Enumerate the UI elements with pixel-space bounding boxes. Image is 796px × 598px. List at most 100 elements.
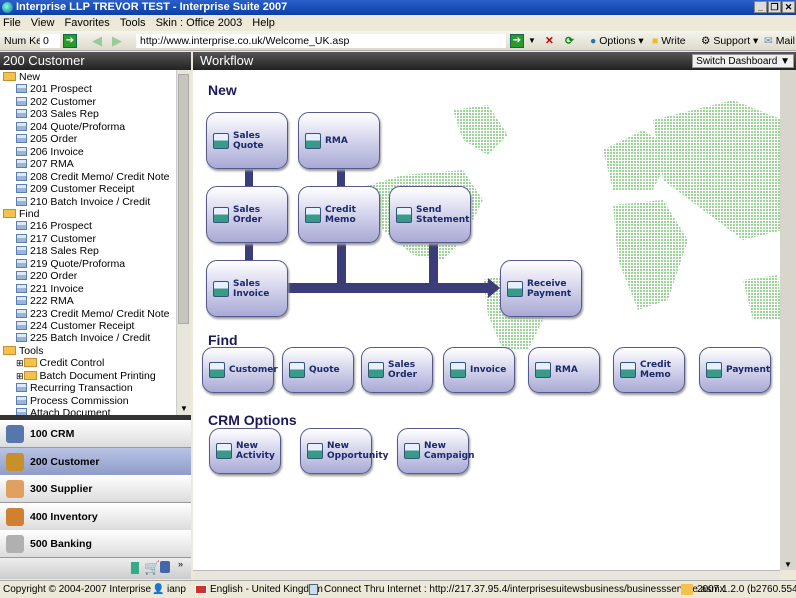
new-sales-invoice-button[interactable]: Sales Invoice: [206, 260, 288, 317]
menu-skin[interactable]: Skin : Office 2003: [156, 17, 243, 29]
tree-item[interactable]: 201 Prospect: [16, 83, 92, 95]
nav-300-supplier[interactable]: 300 Supplier: [0, 475, 191, 504]
minimize-button[interactable]: _: [754, 1, 767, 13]
tree-item[interactable]: 217 Customer: [16, 233, 96, 245]
tree-item-label: Process Commission: [30, 394, 129, 407]
tree-item[interactable]: 223 Credit Memo/ Credit Note: [16, 308, 169, 320]
crm-new-opportunity-button[interactable]: New Opportunity: [300, 428, 389, 474]
find-sales-order-button[interactable]: Sales Order: [361, 347, 433, 393]
expand-icon[interactable]: ⊞: [16, 371, 24, 381]
tree-item[interactable]: 224 Customer Receipt: [16, 320, 134, 332]
find-customer-button[interactable]: Customer: [202, 347, 278, 393]
tree-item[interactable]: 219 Quote/Proforma: [16, 258, 125, 270]
overflow-chevron-icon[interactable]: »: [178, 559, 183, 569]
tree-item[interactable]: 222 RMA: [16, 295, 74, 307]
find-rma-button[interactable]: RMA: [528, 347, 600, 393]
nav-200-customer[interactable]: 200 Customer: [0, 447, 191, 476]
forward-icon[interactable]: ▶: [112, 34, 122, 48]
url-input[interactable]: http://www.interprise.co.uk/Welcome_UK.a…: [136, 34, 506, 48]
button-label: Sales Order: [233, 204, 263, 225]
cart-icon[interactable]: 🛒: [144, 560, 160, 576]
tree-item[interactable]: 220 Order: [16, 270, 77, 282]
tree-item[interactable]: ⊞ Batch Document Printing: [16, 370, 156, 382]
find-payment-button[interactable]: Payment: [699, 347, 771, 393]
support-button[interactable]: ⚙ Support ▾: [701, 34, 758, 48]
go-arrow-icon[interactable]: ➔: [63, 34, 77, 48]
tree-item[interactable]: 225 Batch Invoice / Credit: [16, 332, 150, 344]
tree-item[interactable]: Find: [3, 208, 39, 220]
write-button[interactable]: ■ Write: [652, 34, 686, 48]
new-sales-order-button[interactable]: Sales Order: [206, 186, 288, 243]
options-button[interactable]: ● Options ▾: [590, 34, 644, 48]
tree-item[interactable]: New: [3, 71, 40, 83]
new-sales-quote-button[interactable]: Sales Quote: [206, 112, 288, 169]
expand-icon[interactable]: ⊞: [16, 358, 24, 368]
crm-small-icon[interactable]: [131, 562, 139, 574]
tree-item-label: 207 RMA: [30, 158, 74, 171]
tree-item[interactable]: 203 Sales Rep: [16, 108, 99, 120]
tree-item[interactable]: 204 Quote/Proforma: [16, 121, 125, 133]
workflow-horizontal-scrollbar[interactable]: [193, 570, 780, 580]
document-icon: [16, 408, 27, 415]
language-text: English - United Kingdom: [210, 584, 323, 595]
tree-item-label: 208 Credit Memo/ Credit Note: [30, 170, 170, 183]
payment-icon: [706, 362, 722, 378]
nav-overflow-strip: 🛒 »: [0, 558, 191, 579]
campaign-icon: [404, 443, 420, 459]
mail-button[interactable]: ✉ Mail: [764, 34, 795, 48]
find-credit-memo-button[interactable]: Credit Memo: [613, 347, 685, 393]
user-name: ianp: [167, 584, 186, 595]
back-icon[interactable]: ◀: [92, 34, 102, 48]
workflow-vertical-scrollbar[interactable]: ▼: [780, 70, 796, 570]
tree-item[interactable]: 209 Customer Receipt: [16, 183, 134, 195]
nav-400-inventory[interactable]: 400 Inventory: [0, 502, 191, 531]
new-receive-payment-button[interactable]: Receive Payment: [500, 260, 582, 317]
crm-new-activity-button[interactable]: New Activity: [209, 428, 281, 474]
menu-file[interactable]: File: [3, 17, 21, 29]
tree-item[interactable]: Tools: [3, 345, 44, 357]
close-button[interactable]: ✕: [782, 1, 795, 13]
connection-text: Connect Thru Internet : http://217.37.95…: [324, 584, 725, 595]
workflow-header: Workflow Switch Dashboard ▼: [193, 52, 796, 70]
tree-item[interactable]: Recurring Transaction: [16, 382, 133, 394]
tree-item[interactable]: Attach Document: [16, 407, 111, 415]
tree-item[interactable]: 202 Customer: [16, 96, 96, 108]
tree-item[interactable]: 208 Credit Memo/ Credit Note: [16, 171, 169, 183]
tree-item[interactable]: 216 Prospect: [16, 220, 92, 232]
workflow-canvas: New Find CRM Options Sales Quote RMA Sales…: [193, 70, 780, 570]
url-dropdown-icon[interactable]: ▼: [528, 34, 536, 48]
tree-item-label: Attach Document: [30, 407, 111, 415]
refresh-icon[interactable]: ⟳: [565, 34, 574, 48]
tree-item[interactable]: 218 Sales Rep: [16, 245, 99, 257]
button-label: Sales Quote: [233, 130, 264, 151]
banking-small-icon[interactable]: [160, 561, 170, 573]
find-invoice-button[interactable]: Invoice: [443, 347, 515, 393]
new-send-statement-button[interactable]: Send Statement: [389, 186, 471, 243]
nav-100-crm[interactable]: 100 CRM: [0, 420, 191, 448]
document-icon: [16, 84, 27, 94]
tree-item-label: 222 RMA: [30, 295, 74, 308]
new-rma-button[interactable]: RMA: [298, 112, 380, 169]
tree-item[interactable]: ⊞ Credit Control: [16, 357, 104, 369]
restore-button[interactable]: ❐: [768, 1, 781, 13]
tree-item[interactable]: Process Commission: [16, 395, 129, 407]
stop-icon[interactable]: ✕: [545, 34, 554, 48]
find-quote-button[interactable]: Quote: [282, 347, 354, 393]
new-credit-memo-button[interactable]: Credit Memo: [298, 186, 380, 243]
tree-item[interactable]: 210 Batch Invoice / Credit: [16, 196, 150, 208]
menu-help[interactable]: Help: [252, 17, 275, 29]
switch-dashboard-button[interactable]: Switch Dashboard ▼: [692, 54, 794, 68]
tree-item[interactable]: 205 Order: [16, 133, 77, 145]
nav-500-banking[interactable]: 500 Banking: [0, 530, 191, 559]
menu-favorites[interactable]: Favorites: [65, 17, 110, 29]
tree-item[interactable]: 206 Invoice: [16, 146, 84, 158]
document-icon: [16, 233, 27, 243]
num-key-input[interactable]: 0: [40, 34, 60, 48]
tree-item[interactable]: 221 Invoice: [16, 283, 84, 295]
navigate-go-icon[interactable]: ➔: [510, 34, 524, 48]
menu-view[interactable]: View: [31, 17, 55, 29]
menu-tools[interactable]: Tools: [120, 17, 146, 29]
crm-new-campaign-button[interactable]: New Campaign: [397, 428, 475, 474]
tree-item[interactable]: 207 RMA: [16, 158, 74, 170]
tree-scrollbar[interactable]: ▼: [176, 70, 190, 415]
